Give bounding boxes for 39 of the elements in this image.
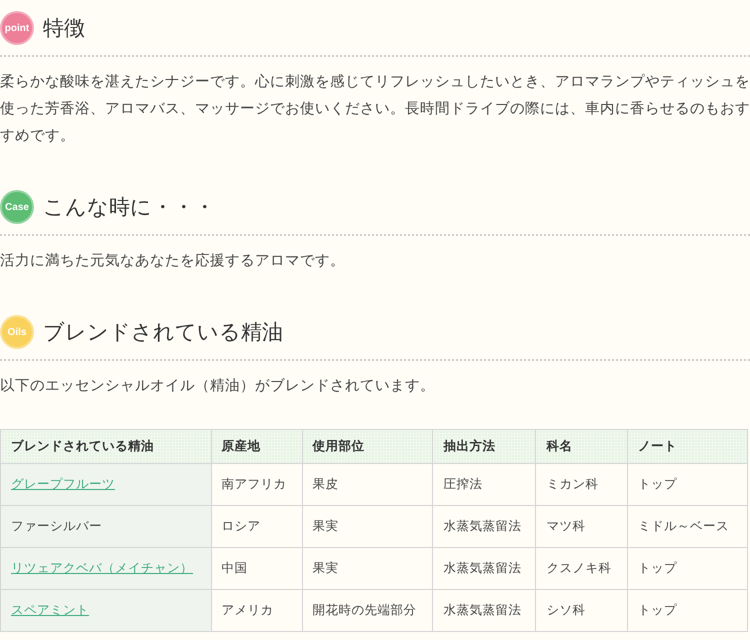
oil-link[interactable]: グレープフルーツ: [11, 476, 115, 491]
table-cell: クスノキ科: [536, 548, 628, 590]
paragraph: 活力に満ちた元気なあなたを応援するアロマです。: [0, 252, 346, 271]
paragraph: 以下のエッセンシャルオイル（精油）がブレンドされています。: [0, 377, 436, 396]
table-cell: マツ科: [536, 506, 628, 548]
paragraph: 柔らかな酸味を湛えたシナジーです。心に刺激を感じてリフレッシュしたいとき、アロマランプやティッシュを使った芳香浴、アロマバス、マッサージでお使いください。長時間ドライブの際には、車内に香らせるのもおすすめです。: [0, 72, 750, 146]
column-header: 原産地: [211, 430, 302, 464]
table-cell: 開花時の先端部分: [302, 590, 433, 632]
section-heading: 特徴: [43, 15, 85, 42]
table-cell: トップ: [628, 464, 748, 506]
table-cell: ミドル～ベース: [628, 506, 748, 548]
table-cell: 果実: [302, 548, 433, 590]
section-heading: ブレンドされている精油: [43, 319, 283, 346]
column-header: 科名: [536, 430, 628, 464]
column-header: 抽出方法: [432, 430, 536, 464]
section-heading: こんな時に・・・: [43, 194, 215, 221]
table-cell: 果皮: [302, 464, 433, 506]
table-cell: 水蒸気蒸留法: [432, 590, 536, 632]
oil-link[interactable]: リツェアクベバ（メイチャン）: [11, 560, 193, 575]
table-cell: ファーシルバー: [0, 506, 212, 548]
table-cell: ロシア: [211, 506, 302, 548]
table-cell: ミカン科: [536, 464, 628, 506]
badge: point: [0, 11, 34, 45]
table-cell: 中国: [211, 548, 302, 590]
table-cell: 圧搾法: [432, 464, 536, 506]
oil-link[interactable]: スペアミント: [11, 602, 89, 617]
column-header: 使用部位: [302, 430, 433, 464]
table-cell: トップ: [628, 548, 748, 590]
table-cell: 南アフリカ: [211, 464, 302, 506]
table-cell: トップ: [628, 590, 748, 632]
table-cell: 水蒸気蒸留法: [432, 548, 536, 590]
table-cell: 水蒸気蒸留法: [432, 506, 536, 548]
table-cell: 果実: [302, 506, 433, 548]
column-header: ノート: [628, 430, 748, 464]
table-cell: シソ科: [536, 590, 628, 632]
table-cell: アメリカ: [211, 590, 302, 632]
column-header: ブレンドされている精油: [0, 430, 212, 464]
badge: Case: [0, 190, 34, 224]
badge: Oils: [0, 315, 34, 349]
